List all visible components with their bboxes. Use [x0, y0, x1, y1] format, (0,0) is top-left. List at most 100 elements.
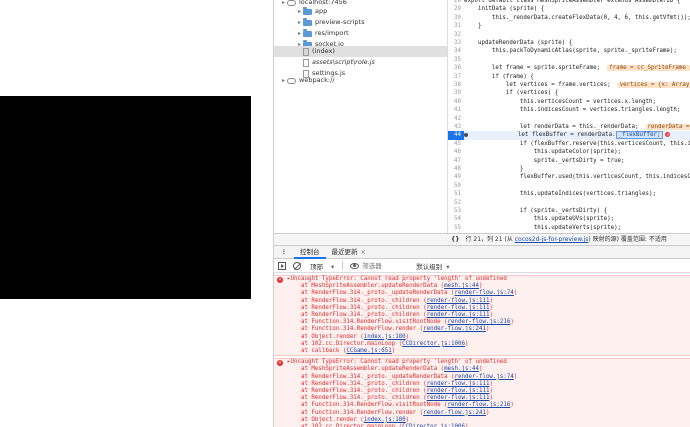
line-number[interactable]: 38 [448, 81, 464, 89]
tree-item[interactable]: ▸ app [274, 6, 447, 17]
filter-input[interactable] [362, 261, 413, 270]
line-number[interactable]: 40 [448, 98, 464, 106]
chevron-right-icon[interactable]: ▸ [296, 28, 303, 39]
stack-frame-link[interactable]: mesh.js:44 [444, 283, 479, 289]
code-line[interactable]: 55 this.updateVerts(sprite); [448, 224, 690, 232]
chevron-right-icon[interactable]: ▸ [296, 17, 303, 28]
stack-frame-link[interactable]: index.js:180 [364, 417, 406, 423]
chevron-right-icon[interactable]: ▸ [296, 6, 303, 17]
game-canvas[interactable] [0, 96, 251, 299]
code-line[interactable]: 48 } [448, 165, 690, 173]
line-number[interactable]: 33 [448, 39, 464, 47]
stack-frame-link[interactable]: render-flow.js:241 [423, 410, 486, 416]
line-number[interactable]: 55 [448, 224, 464, 232]
line-number[interactable]: 51 [448, 190, 464, 198]
line-number[interactable]: 50 [448, 182, 464, 190]
code-line[interactable]: 51 this.updateIndices(vertices.triangles… [448, 190, 690, 198]
context-select[interactable]: 顶部 ▾ [306, 261, 338, 271]
console-error-message[interactable]: × ▸Uncaught TypeError: Cannot read proper… [274, 275, 690, 357]
code-line[interactable]: 50 [448, 182, 690, 190]
tree-item[interactable]: ▸ preview-scripts [274, 17, 447, 28]
code-line[interactable]: 39 if (vertices) { [448, 89, 690, 97]
code-line[interactable]: 42 [448, 115, 690, 123]
code-line[interactable]: 35 [448, 56, 690, 64]
code-line[interactable]: 47 sprite._vertsDirty = true; [448, 157, 690, 165]
stack-frame-link[interactable]: render-flow.js:74 [455, 374, 514, 380]
code-line[interactable]: 43 let renderData = this._renderData; re… [448, 123, 690, 131]
line-number[interactable]: 41 [448, 106, 464, 114]
code-line[interactable]: 52 [448, 199, 690, 207]
code-line[interactable]: 46 this.updateColor(sprite); [448, 148, 690, 156]
tab-whats-new[interactable]: 最近更新 × [326, 246, 372, 259]
log-levels-select[interactable]: 默认级别 ▾ [416, 261, 449, 271]
live-expression-eye-icon[interactable] [349, 261, 360, 270]
code-line[interactable]: 45 if (flexBuffer.reserve(this.verticesC… [448, 140, 690, 148]
code-line[interactable]: 34 this.packToDynamicAtlas(sprite, sprit… [448, 47, 690, 55]
stack-frame-link[interactable]: render-flow.js:111 [427, 312, 490, 318]
line-number[interactable]: 54 [448, 215, 464, 223]
stack-frame-link[interactable]: render-flow.js:111 [427, 388, 490, 394]
error-headline[interactable]: × ▸Uncaught TypeError: Cannot read proper… [274, 359, 690, 366]
code-line[interactable]: 32 [448, 31, 690, 39]
line-number[interactable]: 29 [448, 5, 464, 13]
drawer-menu-icon[interactable]: ⋮ [274, 248, 294, 256]
stack-frame-link[interactable]: render-flow.js:111 [427, 305, 490, 311]
stack-frame-link[interactable]: render-flow.js:74 [455, 290, 514, 296]
tree-item[interactable]: assets\script\role.js [274, 57, 447, 68]
line-number[interactable]: 44 [448, 131, 464, 140]
code-line[interactable]: 41 this.indicesCount = vertices.triangle… [448, 106, 690, 114]
code-line[interactable]: 31 } [448, 22, 690, 30]
source-map-link[interactable]: cocos2d-js-for-preview.js [515, 236, 589, 243]
line-number[interactable]: 36 [448, 64, 464, 72]
stack-frame-link[interactable]: render-flow.js:241 [423, 326, 486, 332]
line-number[interactable]: 49 [448, 173, 464, 181]
chevron-right-icon[interactable]: ▸ [280, 75, 287, 86]
line-number[interactable]: 43 [448, 123, 464, 131]
tree-item[interactable]: ▸ res/import [274, 28, 447, 39]
line-number[interactable]: 32 [448, 31, 464, 39]
line-number[interactable]: 42 [448, 115, 464, 123]
tree-item[interactable]: ▸ webpack:// [274, 75, 447, 86]
stack-frame-link[interactable]: render-flow.js:111 [427, 381, 490, 387]
code-line[interactable]: 36 let frame = sprite.spriteFrame; frame… [448, 64, 690, 72]
clear-console-icon[interactable] [291, 261, 302, 270]
paused-expression-highlight[interactable]: _flexBuffer; [615, 131, 664, 140]
code-line[interactable]: 37 if (frame) { [448, 73, 690, 81]
code-line[interactable]: 49 flexBuffer.used(this.verticesCount, t… [448, 173, 690, 181]
line-number[interactable]: 45 [448, 140, 464, 148]
code-line[interactable]: 38 let vertices = frame.vertices; vertic… [448, 81, 690, 89]
pretty-print-button[interactable]: {} [451, 236, 460, 243]
code-line[interactable]: 40 this.verticesCount = vertices.x.lengt… [448, 98, 690, 106]
line-number[interactable]: 52 [448, 199, 464, 207]
line-number[interactable]: 47 [448, 157, 464, 165]
console-error-message[interactable]: × ▸Uncaught TypeError: Cannot read proper… [274, 358, 690, 427]
stack-frame-link[interactable]: render-flow.js:216 [448, 319, 511, 325]
stack-frame-link[interactable]: render-flow.js:216 [448, 402, 511, 408]
line-number[interactable]: 34 [448, 47, 464, 55]
line-number[interactable]: 53 [448, 207, 464, 215]
code-line[interactable]: 33 updateRenderData (sprite) { [448, 39, 690, 47]
show-sidebar-icon[interactable] [276, 261, 287, 270]
code-line[interactable]: 54 this.updateUVs(sprite); [448, 215, 690, 223]
line-number[interactable]: 46 [448, 148, 464, 156]
tab-console[interactable]: 控制台 [294, 246, 326, 259]
line-number[interactable]: 37 [448, 73, 464, 81]
tree-item[interactable]: (index) [274, 46, 447, 57]
line-number[interactable]: 48 [448, 165, 464, 173]
code-line[interactable]: 53 if (sprite._vertsDirty) { [448, 207, 690, 215]
stack-frame-link[interactable]: render-flow.js:111 [427, 298, 490, 304]
code-line[interactable]: 29 initData (sprite) { [448, 5, 690, 13]
stack-frame-link[interactable]: CCDirector.js:1006 [402, 341, 465, 347]
line-number[interactable]: 30 [448, 14, 464, 22]
line-number[interactable]: 35 [448, 56, 464, 64]
line-number[interactable]: 39 [448, 89, 464, 97]
stack-frame-link[interactable]: index.js:180 [364, 334, 406, 340]
close-icon[interactable]: × [361, 248, 366, 256]
stack-frame-link[interactable]: CCGame.js:651 [346, 348, 391, 354]
code-line[interactable]: 30 this._renderData.createFlexData(0, 4,… [448, 14, 690, 22]
code-line[interactable]: 44 let flexBuffer = renderData. _flexBuff… [448, 131, 690, 140]
error-headline[interactable]: × ▸Uncaught TypeError: Cannot read proper… [274, 276, 690, 283]
stack-frame-link[interactable]: mesh.js:44 [444, 366, 479, 372]
code-editor[interactable]: 28 export default class MeshSpriteAssembl… [447, 0, 690, 233]
stack-frame-link[interactable]: render-flow.js:111 [427, 395, 490, 401]
